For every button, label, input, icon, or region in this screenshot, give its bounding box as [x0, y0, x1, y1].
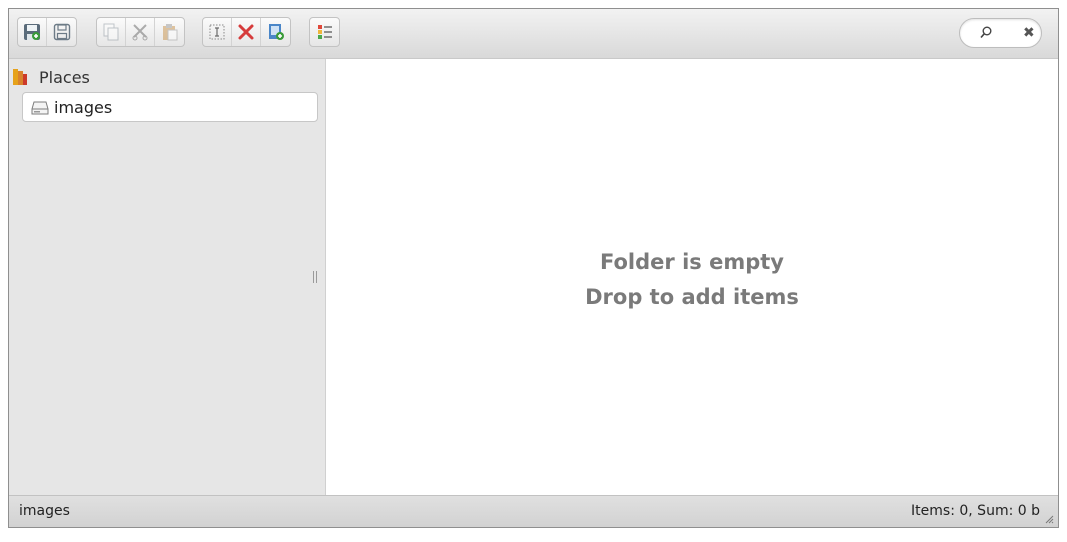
status-summary: Items: 0, Sum: 0 b	[911, 503, 1040, 519]
save-icon	[24, 24, 40, 40]
empty-message-line2: Drop to add items	[585, 285, 799, 309]
places-label: Places	[39, 67, 90, 87]
search-box: ✖	[959, 18, 1042, 48]
sidebar: Places images	[9, 59, 326, 495]
save-button[interactable]	[18, 18, 47, 46]
toolbar-group-save	[17, 17, 77, 47]
upload-icon	[268, 24, 284, 40]
delete-icon	[238, 24, 254, 40]
file-manager-window: ✖ Places images Folder is empty Drop to …	[8, 8, 1059, 528]
view-list-icon	[317, 25, 332, 39]
cut-icon	[132, 24, 148, 41]
sidebar-item-label: images	[54, 98, 113, 117]
cut-button[interactable]	[126, 18, 155, 46]
paste-button[interactable]	[155, 18, 184, 46]
search-icon	[980, 26, 992, 39]
empty-message-line1: Folder is empty	[600, 250, 784, 274]
file-list-area[interactable]: Folder is empty Drop to add items	[326, 59, 1058, 495]
copy-button[interactable]	[97, 18, 126, 46]
drive-icon	[31, 101, 49, 115]
paste-icon	[162, 24, 177, 41]
view-toggle-button[interactable]	[310, 18, 339, 46]
empty-folder-message: Folder is empty Drop to add items	[326, 245, 1058, 315]
save-as-button[interactable]	[47, 18, 76, 46]
toolbar: ✖	[9, 9, 1058, 59]
places-header[interactable]: Places	[13, 66, 90, 88]
copy-icon	[103, 23, 119, 41]
status-path: images	[19, 503, 70, 519]
status-bar: images Items: 0, Sum: 0 b	[9, 495, 1058, 527]
toolbar-group-view	[309, 17, 340, 47]
sidebar-item-images[interactable]: images	[22, 92, 318, 122]
toolbar-group-clipboard	[96, 17, 185, 47]
save-as-icon	[53, 23, 70, 41]
rename-button[interactable]	[203, 18, 232, 46]
rename-icon	[209, 24, 225, 40]
toolbar-group-edit	[202, 17, 291, 47]
places-icon	[13, 69, 27, 85]
sidebar-resize-handle[interactable]	[313, 271, 317, 283]
delete-button[interactable]	[232, 18, 261, 46]
search-input[interactable]	[996, 23, 1020, 43]
upload-button[interactable]	[261, 18, 290, 46]
clear-search-icon[interactable]: ✖	[1023, 24, 1035, 42]
resize-grip-icon[interactable]	[1044, 514, 1054, 524]
